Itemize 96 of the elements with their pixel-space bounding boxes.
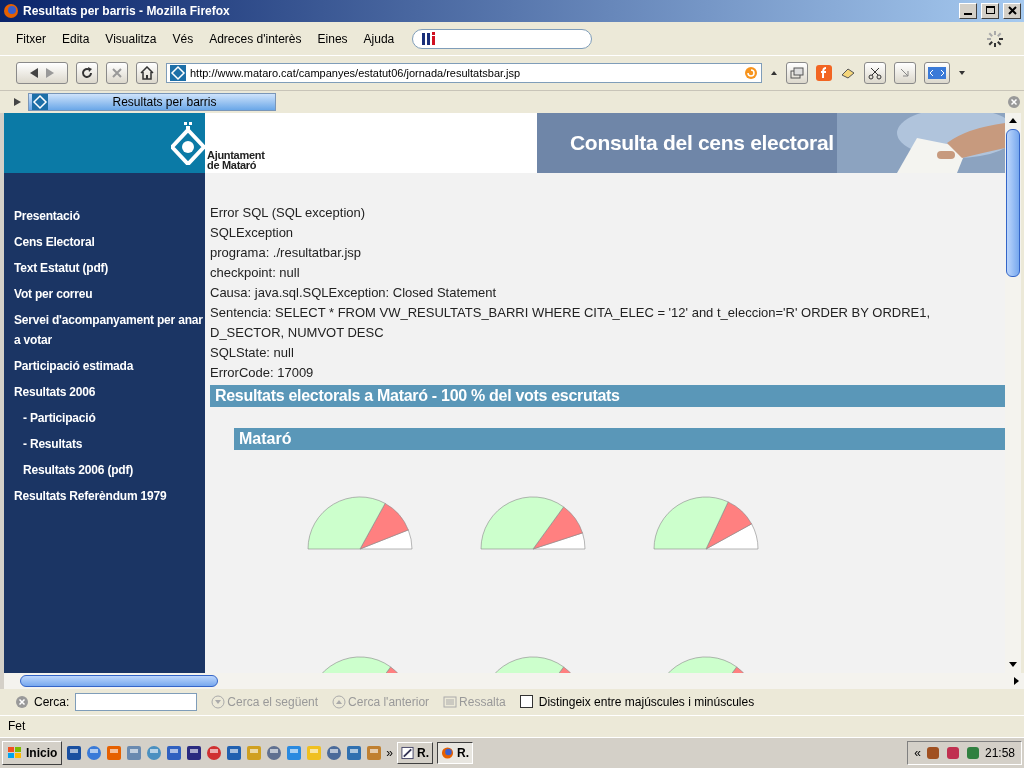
home-icon	[140, 66, 154, 81]
checkbox-label: Distingeix entre majúscules i minúscules	[538, 694, 755, 709]
error-text: checkpoint: null	[210, 263, 301, 282]
app-icon	[401, 746, 415, 761]
error-text: programa: ./resultatbar.jsp	[210, 243, 363, 262]
more-icons-button[interactable]: »	[386, 746, 394, 761]
program-icon[interactable]	[226, 745, 243, 762]
sidebar-link[interactable]: Resultats 2006	[4, 378, 205, 405]
error-text: Causa: java.sql.SQLException: Closed Statement	[210, 283, 498, 302]
close-icon	[1006, 5, 1018, 17]
section-heading: Mataró	[234, 427, 1005, 450]
html-validator-button[interactable]	[924, 62, 950, 85]
program-icon[interactable]	[346, 745, 363, 762]
maximize-button[interactable]	[981, 2, 999, 19]
html-tag-icon	[928, 66, 946, 81]
menu-item[interactable]: Visualitza	[97, 31, 165, 46]
banner-title: Consulta del cens electoral	[570, 130, 834, 155]
tab[interactable]: Resultats per barris	[28, 93, 276, 111]
windows-button[interactable]	[786, 62, 808, 85]
tray-icon[interactable]	[964, 745, 981, 762]
site-icon	[170, 65, 186, 82]
sidebar-link[interactable]: Text Estatut (pdf)	[4, 254, 205, 281]
arrow-button[interactable]	[894, 62, 916, 85]
find-label: Cerca:	[34, 694, 70, 709]
error-text: SQLException	[210, 223, 295, 242]
windows-icon	[790, 66, 804, 81]
go-icon[interactable]	[744, 66, 758, 81]
error-text: SQLState: null	[210, 343, 295, 362]
sidebar-link[interactable]: - Resultats	[4, 430, 205, 457]
scroll-up-icon[interactable]	[1009, 117, 1017, 123]
match-case-checkbox[interactable]	[519, 695, 533, 709]
error-text: Sentencia: SELECT * FROM VW_RESULTATS_BARRI WHERE CITA_ELEC = '12' and t_eleccion='R' ORDER BY ORDRE1, D_SECTOR, NUMVOT DESC	[210, 303, 932, 342]
url-text: http://www.mataro.cat/campanyes/estatut06/jornada/resultatsbar.jsp	[190, 67, 522, 80]
clock: 21:58	[984, 746, 1015, 761]
reload-icon	[80, 66, 94, 81]
sidebar-link[interactable]: - Participació	[4, 404, 205, 431]
start-button[interactable]: Inicio	[2, 741, 63, 766]
program-icon[interactable]	[166, 745, 183, 762]
sidebar-link[interactable]: Vot per correu	[4, 280, 205, 307]
menu-item[interactable]: Eines	[309, 31, 356, 46]
sidebar-link[interactable]: Servei d'acompanyament per anar a votar	[4, 306, 205, 353]
site-icon	[32, 94, 48, 110]
scissors-icon	[868, 66, 882, 81]
search-engine-icon	[421, 31, 438, 46]
taskbar-button[interactable]: R.	[397, 742, 434, 765]
program-icon[interactable]	[186, 745, 203, 762]
sidebar-link[interactable]: Cens Electoral	[4, 228, 205, 255]
dropdown-arrow-icon[interactable]	[770, 69, 778, 78]
sidebar-link[interactable]: Resultats Referèndum 1979	[4, 482, 205, 509]
back-forward-button[interactable]	[16, 62, 68, 85]
find-field[interactable]	[75, 692, 198, 711]
cut-button[interactable]	[864, 62, 886, 85]
menu-item[interactable]: Adreces d'interès	[201, 31, 310, 46]
reload-button[interactable]	[76, 62, 98, 85]
sidebar-link[interactable]: Resultats 2006 (pdf)	[4, 456, 205, 483]
vertical-scrollbar[interactable]	[1005, 112, 1021, 673]
scrollbar-thumb[interactable]	[1006, 128, 1020, 277]
program-icon[interactable]	[326, 745, 343, 762]
close-icon[interactable]	[1008, 96, 1020, 108]
tray-expand-button[interactable]: «	[914, 746, 921, 761]
stop-button[interactable]	[106, 62, 128, 85]
browser-logo-icon	[3, 2, 19, 19]
close-button[interactable]	[1003, 2, 1021, 19]
program-icon[interactable]	[206, 745, 223, 762]
maximize-icon	[984, 5, 996, 17]
menu-item[interactable]: Vés	[164, 31, 202, 46]
tab-list-icon[interactable]	[12, 97, 22, 107]
windows-flag-icon	[7, 746, 23, 761]
menu-item[interactable]: Edita	[54, 31, 98, 46]
scroll-down-icon[interactable]	[1009, 661, 1017, 667]
minimize-button[interactable]	[959, 2, 977, 19]
highlight-icon	[443, 694, 458, 709]
scroll-right-icon[interactable]	[1014, 676, 1019, 685]
tray-icon[interactable]	[924, 745, 941, 762]
loading-icon	[986, 29, 1004, 48]
app-icon	[441, 746, 455, 761]
flash-icon[interactable]	[816, 65, 832, 82]
sidebar-link[interactable]: Participació estimada	[4, 352, 205, 379]
home-button[interactable]	[136, 62, 158, 85]
taskbar-button[interactable]: R.	[437, 742, 474, 765]
logo-text: Ajuntament de Mataró	[207, 149, 265, 170]
results-heading: Resultats electorals a Mataró - 100 % del vots escrutats	[210, 384, 1005, 407]
error-text: ErrorCode: 17009	[210, 363, 315, 382]
program-icon[interactable]	[66, 745, 83, 762]
menu-item[interactable]: Ajuda	[355, 31, 403, 46]
sidebar-link[interactable]: Presentació	[4, 202, 205, 229]
error-text: Error SQL (SQL exception)	[210, 203, 367, 222]
address-bar[interactable]: http://www.mataro.cat/campanyes/estatut06/jornada/resultatsbar.jsp	[166, 63, 762, 84]
status-text: Fet	[8, 719, 26, 734]
scrollbar-thumb[interactable]	[20, 674, 218, 687]
tray-icon[interactable]	[944, 745, 961, 762]
menu-item[interactable]: Fitxer	[8, 31, 54, 46]
web-search-field[interactable]	[412, 28, 593, 49]
window-title: Resultats per barris - Mozilla Firefox	[23, 3, 231, 18]
minimize-icon	[964, 12, 972, 15]
close-icon[interactable]	[16, 695, 28, 708]
